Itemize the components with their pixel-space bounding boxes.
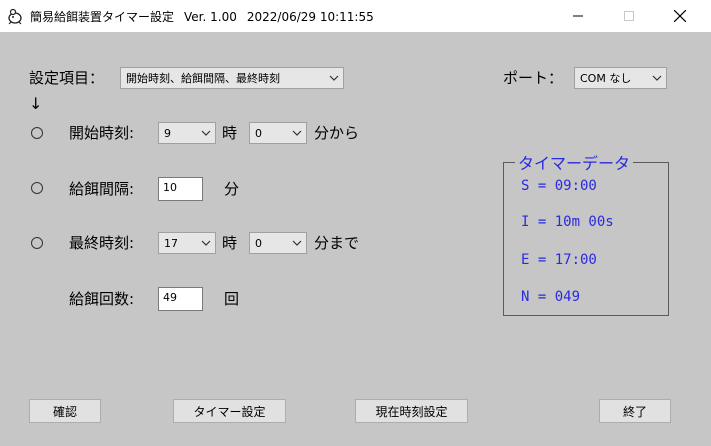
end-time-label: 最終時刻:: [69, 234, 135, 252]
end-minute-value: 0: [255, 236, 262, 250]
chevron-down-icon: [197, 123, 215, 143]
minimize-icon: [573, 15, 583, 17]
app-window: 簡易給餌装置タイマー設定 Ver. 1.00 2022/06/29 10:11:55…: [0, 0, 711, 446]
close-button[interactable]: [657, 0, 703, 32]
settings-dropdown[interactable]: 開始時刻、給餌間隔、最終時刻: [120, 67, 344, 89]
settings-dropdown-value: 開始時刻、給餌間隔、最終時刻: [126, 72, 280, 85]
start-minute-value: 0: [255, 126, 262, 140]
end-hour-value: 17: [164, 236, 178, 250]
timer-data-interval: I = 10m 00s: [521, 214, 614, 230]
start-hour-unit: 時: [222, 124, 238, 142]
start-hour-value: 9: [164, 126, 171, 140]
chevron-down-icon: [288, 123, 306, 143]
timer-data-start: S = 09:00: [521, 178, 597, 194]
settings-label: 設定項目：: [29, 69, 105, 87]
port-label: ポート：: [503, 69, 564, 87]
title-version: Ver. 1.00: [184, 10, 237, 24]
start-minute-dropdown[interactable]: 0: [249, 122, 307, 144]
count-unit: 回: [224, 290, 240, 308]
end-time-radio[interactable]: [31, 237, 43, 249]
start-hour-dropdown[interactable]: 9: [158, 122, 216, 144]
interval-label: 給餌間隔:: [69, 180, 135, 198]
end-minute-dropdown[interactable]: 0: [249, 232, 307, 254]
maximize-button[interactable]: [606, 0, 652, 32]
end-hour-dropdown[interactable]: 17: [158, 232, 216, 254]
interval-input[interactable]: 10: [158, 177, 203, 201]
port-dropdown-value: COM なし: [580, 72, 632, 85]
timer-data-count: N = 049: [521, 289, 581, 305]
start-suffix: 分から: [314, 124, 360, 142]
chevron-down-icon: [648, 68, 666, 88]
count-field: 49: [158, 287, 203, 311]
interval-unit: 分: [224, 180, 240, 198]
close-icon: [674, 10, 686, 22]
timer-set-button[interactable]: タイマー設定: [173, 399, 286, 423]
start-time-radio[interactable]: [31, 127, 43, 139]
interval-radio[interactable]: [31, 182, 43, 194]
timer-data-end: E = 17:00: [521, 252, 597, 268]
exit-button[interactable]: 終了: [599, 399, 671, 423]
title-datetime: 2022/06/29 10:11:55: [246, 10, 374, 24]
timer-data-title: タイマーデータ: [515, 150, 634, 174]
chevron-down-icon: [288, 233, 306, 253]
down-arrow-icon: ↓: [29, 94, 43, 113]
maximize-icon: [624, 11, 634, 21]
title-app-name: 簡易給餌装置タイマー設定: [30, 10, 175, 24]
current-time-set-button[interactable]: 現在時刻設定: [355, 399, 468, 423]
app-icon: [8, 8, 22, 25]
start-time-label: 開始時刻:: [69, 124, 135, 142]
window-title: 簡易給餌装置タイマー設定 Ver. 1.00 2022/06/29 10:11:55: [30, 8, 384, 25]
confirm-button[interactable]: 確認: [29, 399, 101, 423]
end-suffix: 分まで: [314, 234, 360, 252]
port-dropdown[interactable]: COM なし: [574, 67, 667, 89]
chevron-down-icon: [325, 68, 343, 88]
end-hour-unit: 時: [222, 234, 238, 252]
chevron-down-icon: [197, 233, 215, 253]
minimize-button[interactable]: [555, 0, 601, 32]
title-bar: 簡易給餌装置タイマー設定 Ver. 1.00 2022/06/29 10:11:55: [0, 0, 711, 32]
count-label: 給餌回数:: [69, 290, 135, 308]
